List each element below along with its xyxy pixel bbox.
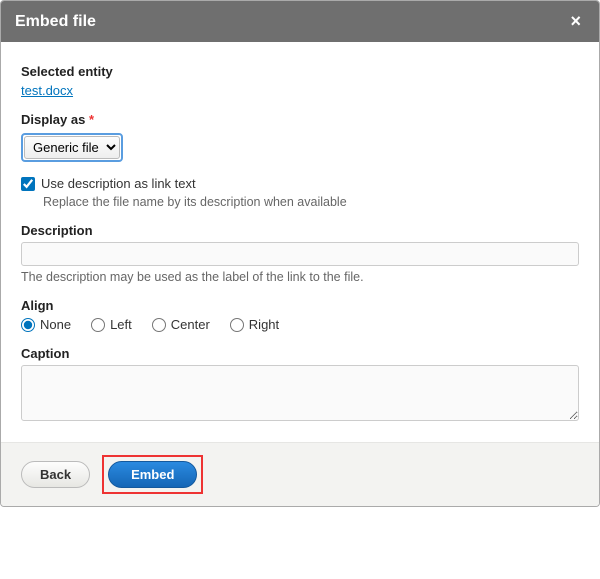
align-option-none[interactable]: None <box>21 317 71 332</box>
description-help: The description may be used as the label… <box>21 270 579 284</box>
align-option-center[interactable]: Center <box>152 317 210 332</box>
display-as-section: Display as * Generic file <box>21 112 579 162</box>
align-radio-left[interactable] <box>91 318 105 332</box>
align-label: Align <box>21 298 579 313</box>
modal-header: Embed file × <box>1 1 599 42</box>
use-description-section: Use description as link text Replace the… <box>21 176 579 209</box>
required-marker: * <box>89 112 94 127</box>
caption-textarea[interactable] <box>21 365 579 421</box>
use-description-checkbox[interactable] <box>21 177 35 191</box>
description-label: Description <box>21 223 579 238</box>
back-button[interactable]: Back <box>21 461 90 488</box>
modal-title: Embed file <box>15 13 96 31</box>
description-input[interactable] <box>21 242 579 266</box>
use-description-help: Replace the file name by its description… <box>43 195 579 209</box>
modal-body: Selected entity test.docx Display as * G… <box>1 42 599 442</box>
embed-button[interactable]: Embed <box>108 461 197 488</box>
align-radio-none[interactable] <box>21 318 35 332</box>
embed-button-highlight: Embed <box>102 455 203 494</box>
display-as-select[interactable]: Generic file <box>24 136 120 159</box>
align-option-right[interactable]: Right <box>230 317 279 332</box>
caption-section: Caption <box>21 346 579 424</box>
embed-file-modal: Embed file × Selected entity test.docx D… <box>0 0 600 507</box>
close-icon[interactable]: × <box>566 11 585 32</box>
align-section: Align None Left Center Right <box>21 298 579 332</box>
description-section: Description The description may be used … <box>21 223 579 284</box>
caption-label: Caption <box>21 346 579 361</box>
align-radio-center[interactable] <box>152 318 166 332</box>
align-option-left[interactable]: Left <box>91 317 132 332</box>
modal-footer: Back Embed <box>1 442 599 506</box>
align-radio-group: None Left Center Right <box>21 317 579 332</box>
selected-entity-label: Selected entity <box>21 64 579 79</box>
display-as-label: Display as * <box>21 112 579 127</box>
align-radio-right[interactable] <box>230 318 244 332</box>
use-description-label: Use description as link text <box>41 176 196 191</box>
selected-entity-link[interactable]: test.docx <box>21 83 73 98</box>
selected-entity-section: Selected entity test.docx <box>21 64 579 98</box>
display-as-select-focus-ring: Generic file <box>21 133 123 162</box>
